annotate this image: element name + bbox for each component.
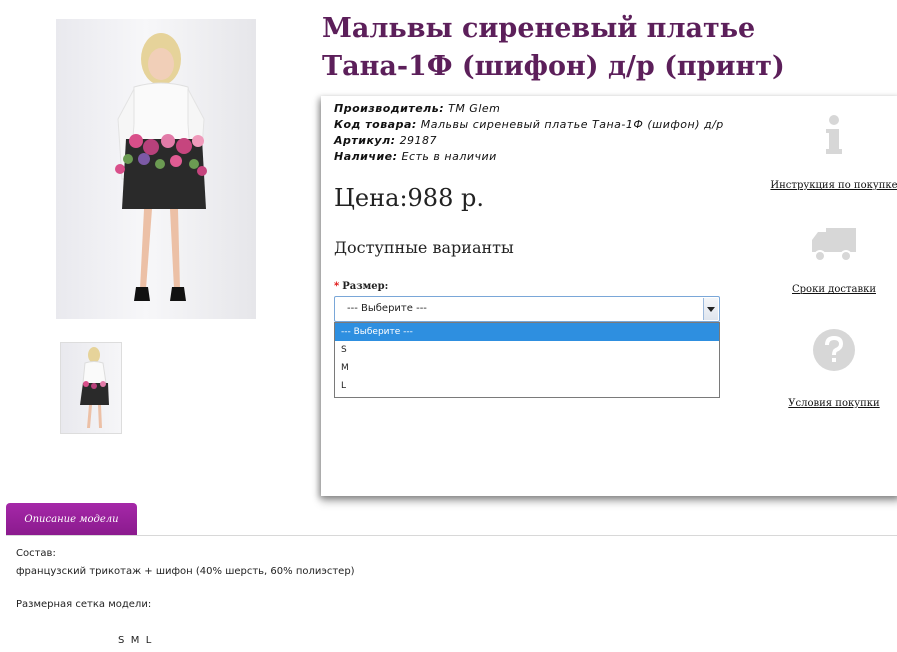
info-icon <box>826 115 842 154</box>
stock-value: Есть в наличии <box>401 150 497 163</box>
chevron-down-icon <box>707 306 715 312</box>
product-info-panel: Производитель: TM Glem Код товара: Мальв… <box>321 96 897 496</box>
stock-label: Наличие: <box>334 150 398 163</box>
product-main-image[interactable] <box>56 19 256 319</box>
composition-label: Состав: <box>16 548 56 559</box>
delivery-link[interactable]: Сроки доставки <box>769 284 897 295</box>
manufacturer-line: Производитель: TM Glem <box>334 102 500 115</box>
dropdown-arrow-button[interactable] <box>703 298 718 320</box>
size-grid-values: S M L <box>118 635 152 646</box>
size-grid-label: Размерная сетка модели: <box>16 599 152 610</box>
product-price: Цена:988 р. <box>334 184 484 212</box>
terms-block: Условия покупки <box>769 328 897 409</box>
tab-description[interactable]: Описание модели <box>6 503 137 536</box>
size-option-s[interactable]: S <box>335 341 719 359</box>
sku-line: Артикул: 29187 <box>334 134 437 147</box>
stock-line: Наличие: Есть в наличии <box>334 150 497 163</box>
instruction-block: Инструкция по покупке <box>769 114 897 191</box>
size-select-value: --- Выберите --- <box>347 303 427 314</box>
manufacturer-value: TM Glem <box>448 102 501 115</box>
size-dropdown-list: --- Выберите --- S M L <box>334 322 720 398</box>
terms-link[interactable]: Условия покупки <box>769 398 897 409</box>
size-select[interactable]: --- Выберите --- <box>334 296 720 322</box>
size-option-l[interactable]: L <box>335 377 719 395</box>
question-icon <box>813 329 855 371</box>
product-code-label: Код товара: <box>334 118 417 131</box>
product-thumbnail[interactable] <box>60 342 122 434</box>
product-title: Мальвы сиреневый платье Тана-1Ф (шифон) … <box>322 13 785 82</box>
manufacturer-label: Производитель: <box>334 102 445 115</box>
size-option-m[interactable]: M <box>335 359 719 377</box>
composition-value: французский трикотаж + шифон (40% шерсть… <box>16 566 355 577</box>
product-code-value: Мальвы сиреневый платье Тана-1Ф (шифон) … <box>420 118 724 131</box>
size-label-text: Размер: <box>342 281 389 292</box>
sku-value: 29187 <box>399 134 438 147</box>
truck-icon <box>812 228 856 262</box>
variants-heading: Доступные варианты <box>334 238 514 257</box>
required-mark: * <box>334 281 340 292</box>
instruction-link[interactable]: Инструкция по покупке <box>769 180 897 191</box>
tab-divider <box>6 535 897 536</box>
sku-label: Артикул: <box>334 134 396 147</box>
delivery-block: Сроки доставки <box>769 224 897 295</box>
product-code-line: Код товара: Мальвы сиреневый платье Тана… <box>334 118 724 131</box>
size-label: * Размер: <box>334 281 388 292</box>
size-option-placeholder[interactable]: --- Выберите --- <box>335 323 719 341</box>
